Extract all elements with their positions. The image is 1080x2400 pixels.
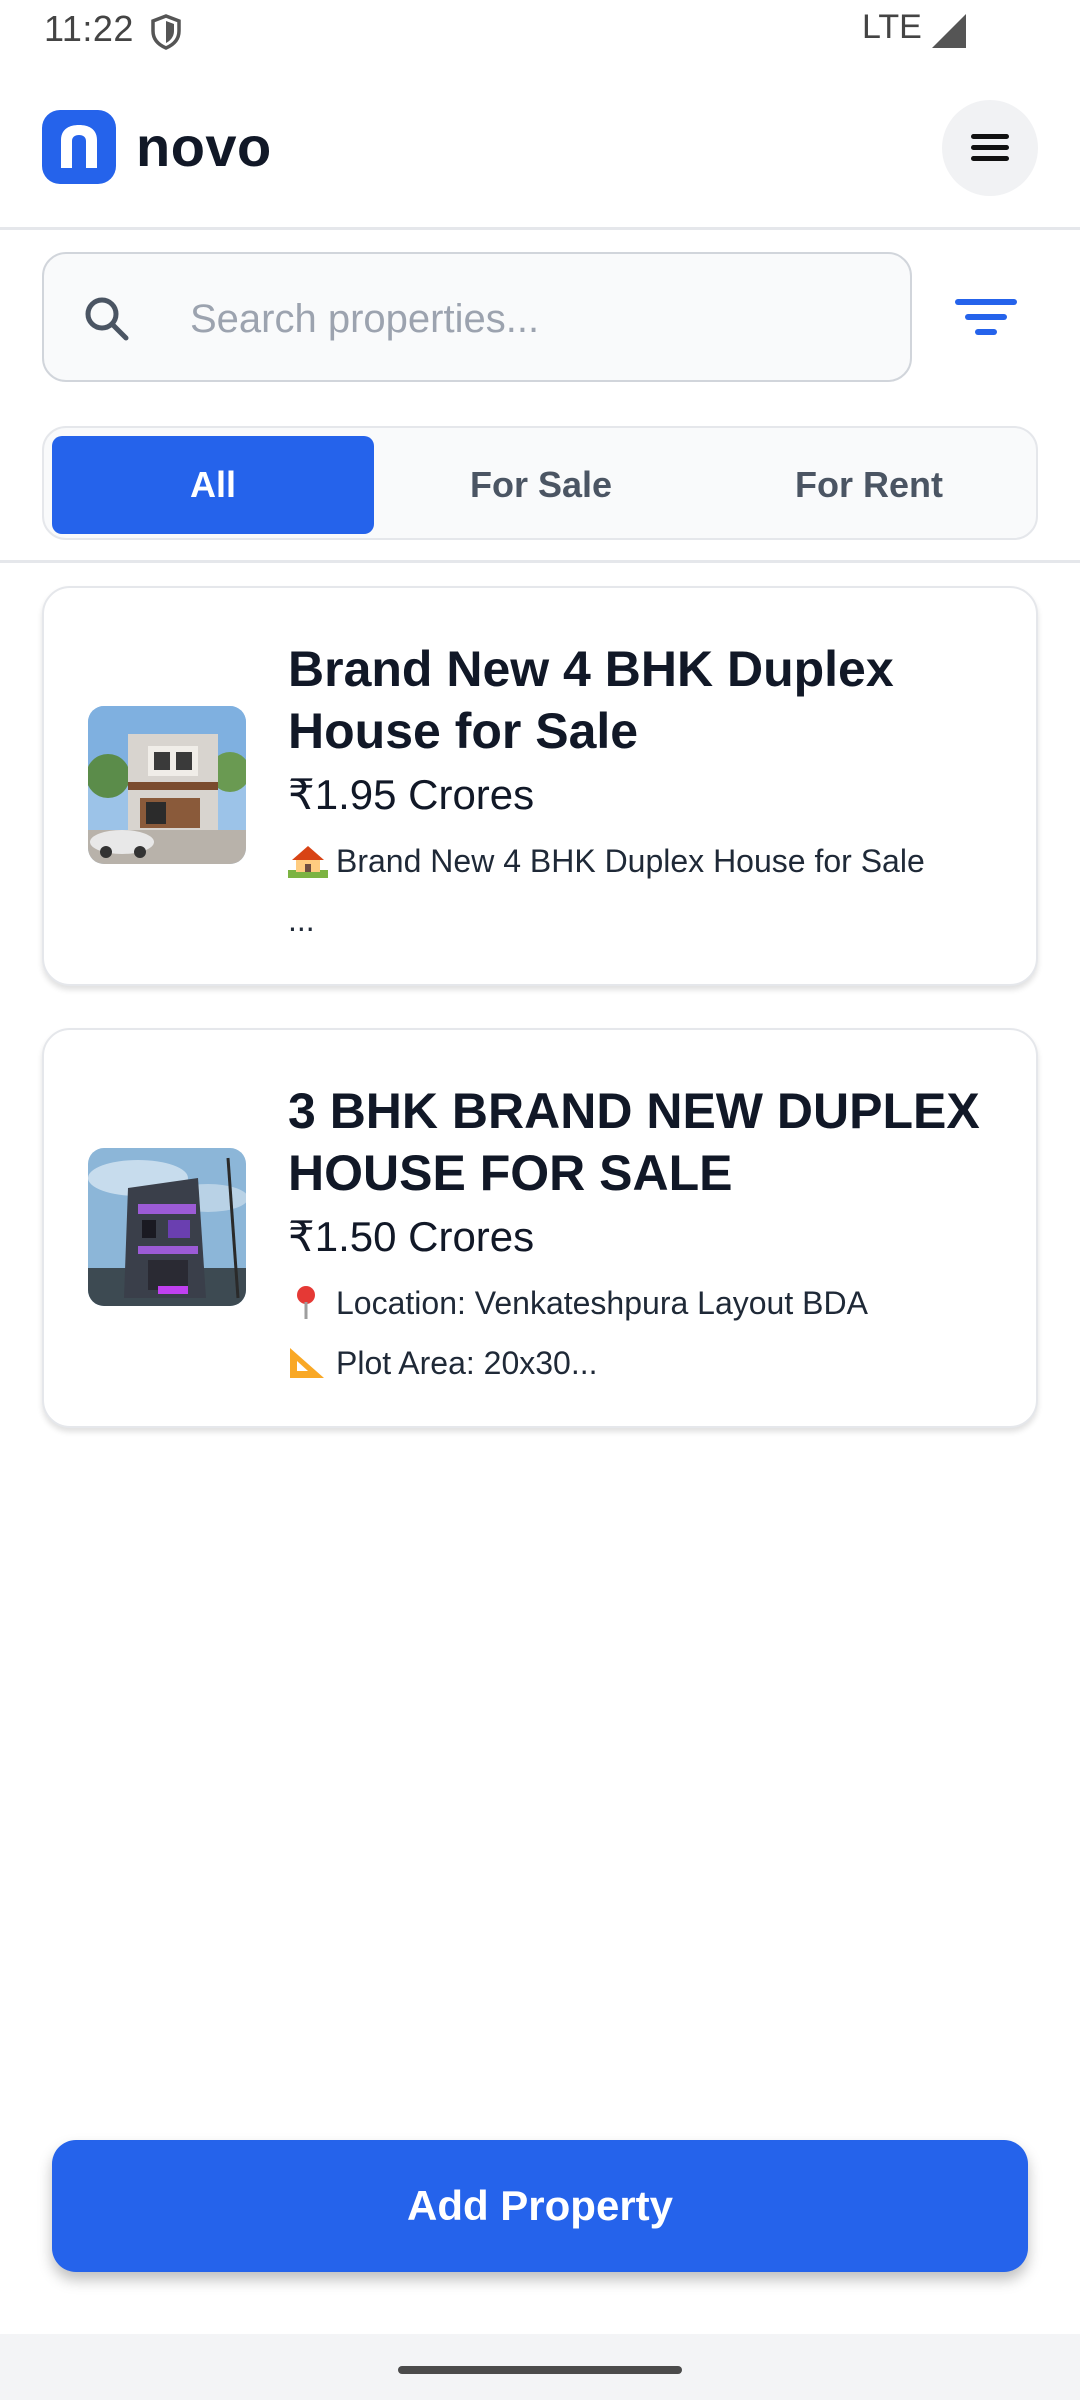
- house-emoji-icon: [288, 846, 328, 878]
- property-card[interactable]: 3 BHK BRAND NEW DUPLEX HOUSE FOR SALE ₹1…: [42, 1028, 1038, 1428]
- pin-emoji-icon: [297, 1286, 315, 1319]
- tab-for-rent[interactable]: For Rent: [708, 436, 1030, 534]
- property-description-text: Brand New 4 BHK Duplex House for Sale: [336, 843, 925, 879]
- listing-type-tabs: All For Sale For Rent: [42, 426, 1038, 540]
- hamburger-icon: [971, 134, 1009, 162]
- property-card[interactable]: Brand New 4 BHK Duplex House for Sale ₹1…: [42, 586, 1038, 986]
- filter-icon[interactable]: [944, 280, 1028, 354]
- add-property-button[interactable]: Add Property: [52, 2140, 1028, 2272]
- property-location-text: Location: Venkateshpura Layout BDA: [336, 1285, 868, 1321]
- divider: [0, 560, 1080, 563]
- navigation-bar: [0, 2334, 1080, 2400]
- tab-all[interactable]: All: [52, 436, 374, 534]
- search-input[interactable]: [190, 284, 880, 354]
- property-description: Brand New 4 BHK Duplex House for Sale: [288, 842, 925, 880]
- property-plot-area: Plot Area: 20x30...: [288, 1344, 598, 1382]
- property-price: ₹1.95 Crores: [288, 771, 535, 818]
- logo-icon: [42, 110, 116, 184]
- search-bar[interactable]: [42, 252, 912, 382]
- property-thumbnail: [88, 706, 246, 864]
- property-price: ₹1.50 Crores: [288, 1213, 535, 1260]
- property-thumbnail: [88, 1148, 246, 1306]
- property-description-more: ...: [288, 902, 315, 938]
- app-name: novo: [136, 115, 272, 178]
- property-title: 3 BHK BRAND NEW DUPLEX HOUSE FOR SALE: [288, 1083, 980, 1201]
- property-location: Location: Venkateshpura Layout BDA: [288, 1284, 868, 1322]
- search-icon: [85, 297, 129, 341]
- property-title: Brand New 4 BHK Duplex House for Sale: [288, 641, 894, 759]
- ruler-emoji-icon: [290, 1348, 324, 1378]
- status-bar: 11:22 LTE: [0, 0, 1080, 64]
- home-indicator[interactable]: [398, 2366, 682, 2374]
- tab-for-sale[interactable]: For Sale: [380, 436, 702, 534]
- property-plot-area-text: Plot Area: 20x30...: [336, 1345, 598, 1381]
- status-time: 11:22: [44, 8, 134, 49]
- shield-icon: [151, 14, 181, 50]
- app-header: novo: [0, 84, 1080, 230]
- network-type: LTE: [862, 8, 922, 46]
- signal-icon: [932, 14, 966, 48]
- menu-button[interactable]: [942, 100, 1038, 196]
